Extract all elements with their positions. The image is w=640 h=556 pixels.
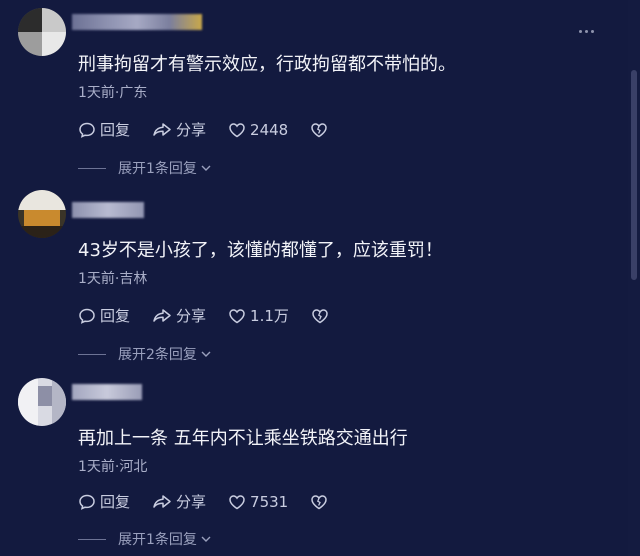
comment-actions: 回复 分享 1.1万 [78,305,355,326]
username-redacted[interactable] [72,384,142,400]
username-redacted[interactable] [72,202,144,218]
share-label: 分享 [176,121,207,139]
comment-bubble-icon [79,308,95,324]
reply-button[interactable]: 回复 [78,305,130,326]
divider-dash [78,538,106,540]
comment-meta: 1天前·河北 [78,459,148,475]
share-label: 分享 [176,307,207,325]
like-count: 1.1万 [250,307,289,325]
like-button[interactable]: 1.1万 [228,305,289,326]
comment-item: 再加上一条 五年内不让乘坐铁路交通出行 1天前·河北 回复 分享 7531 展开… [0,370,620,556]
heart-icon [229,308,245,323]
more-options-icon[interactable] [579,30,594,33]
share-button[interactable]: 分享 [152,305,206,326]
dislike-button[interactable] [311,307,333,325]
broken-heart-icon [311,122,327,137]
comment-actions: 回复 分享 7531 [78,491,354,512]
avatar[interactable] [18,190,66,238]
broken-heart-icon [312,308,328,323]
chevron-down-icon [201,351,211,357]
expand-replies-label: 展开2条回复 [118,347,197,363]
divider-dash [78,167,106,169]
comment-actions: 回复 分享 2448 [78,119,354,140]
username-redacted[interactable] [72,14,202,30]
share-button[interactable]: 分享 [152,491,206,512]
comment-bubble-icon [79,122,95,138]
share-label: 分享 [176,493,207,511]
expand-replies-label: 展开1条回复 [118,532,197,548]
chevron-down-icon [201,536,211,542]
like-count: 7531 [250,492,289,511]
like-count: 2448 [250,120,289,139]
share-arrow-icon [153,308,171,322]
comment-text: 再加上一条 五年内不让乘坐铁路交通出行 [78,428,408,449]
comment-text: 43岁不是小孩了，该懂的都懂了，应该重罚！ [78,240,443,261]
reply-label: 回复 [100,307,131,325]
comment-item: 43岁不是小孩了，该懂的都懂了，应该重罚！ 1天前·吉林 回复 分享 1.1万 … [0,186,620,370]
reply-label: 回复 [100,493,131,511]
dislike-button[interactable] [310,121,332,139]
heart-icon [229,122,245,137]
avatar[interactable] [18,378,66,426]
share-button[interactable]: 分享 [152,119,206,140]
like-button[interactable]: 2448 [228,121,288,139]
comment-text: 刑事拘留才有警示效应，行政拘留都不带怕的。 [78,54,456,75]
reply-button[interactable]: 回复 [78,119,130,140]
heart-icon [229,494,245,509]
comment-item: 刑事拘留才有警示效应，行政拘留都不带怕的。 1天前·广东 回复 分享 2448 … [0,0,620,186]
avatar[interactable] [18,8,66,56]
scrollbar[interactable] [628,0,640,556]
expand-replies-button[interactable]: 展开1条回复 [78,158,213,178]
reply-label: 回复 [100,121,131,139]
comment-bubble-icon [79,494,95,510]
expand-replies-button[interactable]: 展开1条回复 [78,529,213,549]
comment-meta: 1天前·广东 [78,85,148,101]
share-arrow-icon [153,122,171,136]
scrollbar-thumb[interactable] [631,70,637,280]
broken-heart-icon [311,494,327,509]
like-button[interactable]: 7531 [228,493,288,511]
share-arrow-icon [153,494,171,508]
reply-button[interactable]: 回复 [78,491,130,512]
chevron-down-icon [201,165,211,171]
comment-meta: 1天前·吉林 [78,271,148,287]
dislike-button[interactable] [310,493,332,511]
expand-replies-label: 展开1条回复 [118,161,197,177]
divider-dash [78,353,106,355]
expand-replies-button[interactable]: 展开2条回复 [78,344,213,364]
